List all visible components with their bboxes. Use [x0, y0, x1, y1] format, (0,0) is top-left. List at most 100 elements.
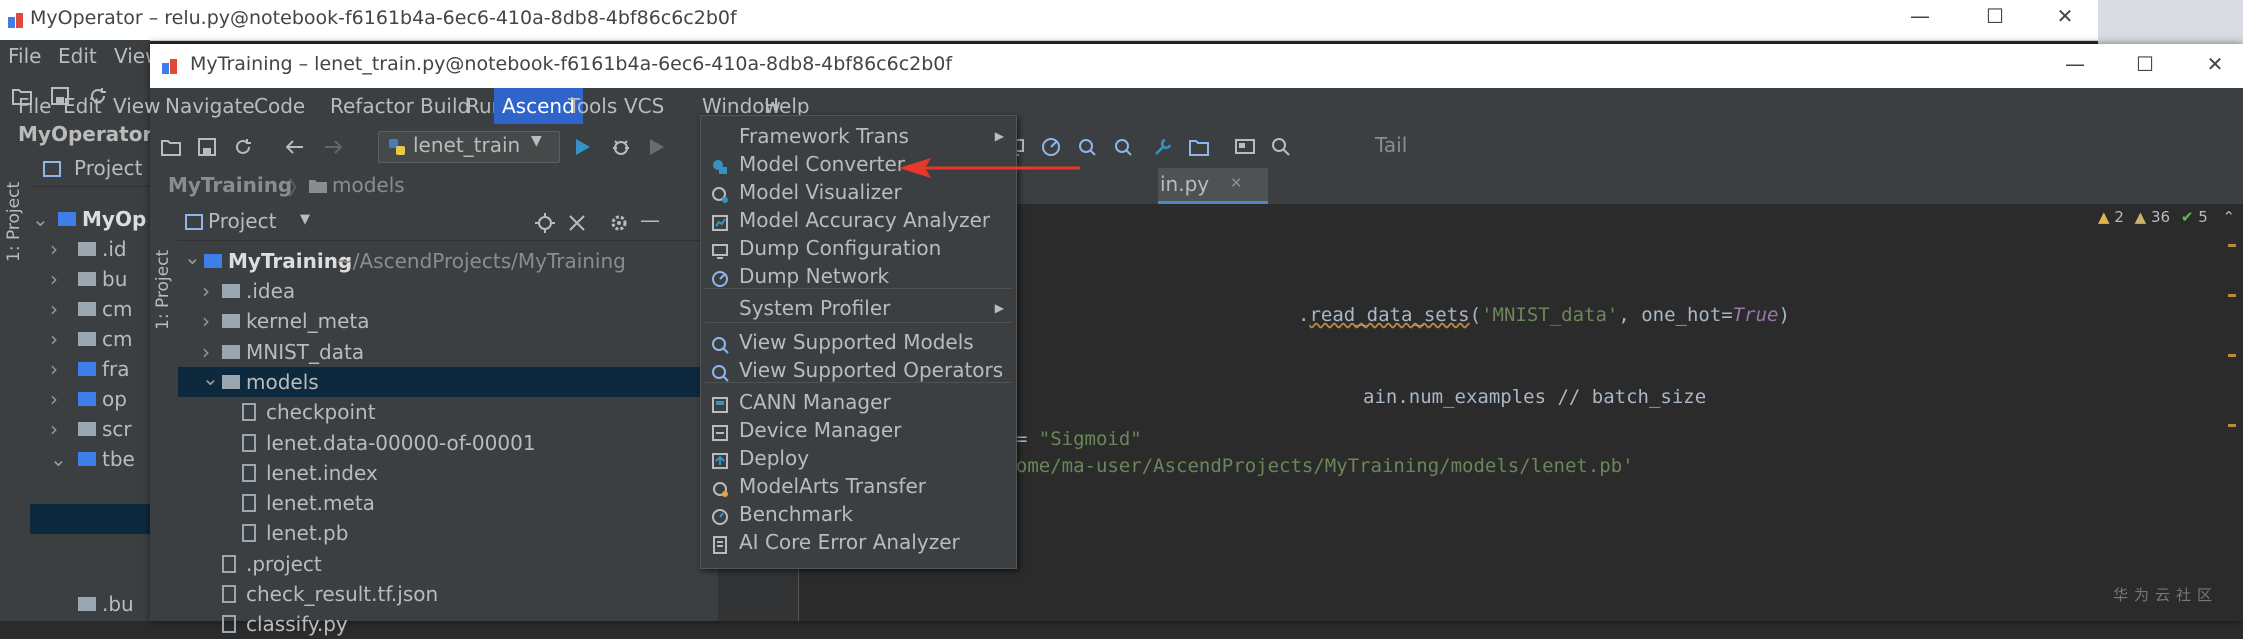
breadcrumb-project[interactable]: MyTraining — [168, 173, 292, 197]
ascend-menu-item-benchmark[interactable]: Benchmark — [701, 500, 1016, 528]
back-maximize-button[interactable]: ☐ — [1975, 4, 2015, 34]
ascend-menu-item-device-manager[interactable]: Device Manager — [701, 416, 1016, 444]
inspection-widget[interactable]: ▲ 2 ▲ 36 ✔ 5 ⌃ ⌄ — [2098, 208, 2243, 232]
folder-icon — [78, 362, 96, 376]
save-all-icon[interactable] — [194, 134, 220, 160]
back-menu-file[interactable]: File — [8, 44, 41, 68]
chevron-down-icon[interactable]: ⌄ — [50, 444, 67, 474]
back-tree-item-label: .bu — [102, 592, 134, 616]
maximize-button[interactable]: ☐ — [2125, 52, 2165, 76]
ascend-menu-item-modelarts-transfer[interactable]: ModelArts Transfer — [701, 472, 1016, 500]
back-close-button[interactable]: ✕ — [2045, 4, 2085, 34]
chevron-right-icon[interactable]: › — [50, 384, 58, 414]
run-config-selector[interactable]: lenet_train ▼ — [378, 131, 560, 163]
close-button[interactable]: ✕ — [2195, 52, 2235, 76]
code-text: ain.num_examples // batch_size — [1363, 386, 1706, 408]
code-token: ) — [1778, 304, 1790, 326]
folder-icon — [78, 422, 96, 436]
back-project-tab-label[interactable]: Project — [74, 156, 142, 180]
ascend-tool-4-icon[interactable] — [1110, 134, 1136, 160]
ascend-menu-item-model-visualizer[interactable]: Model Visualizer — [701, 178, 1016, 206]
ascend-menu-item-dump-configuration[interactable]: Dump Configuration — [701, 234, 1016, 262]
chevron-down-icon[interactable]: ⌄ — [184, 242, 201, 272]
synchronize-icon[interactable] — [230, 134, 256, 160]
forward-arrow-icon[interactable] — [320, 134, 346, 160]
presentation-icon[interactable] — [1232, 134, 1258, 160]
editor-tab[interactable]: in.py ✕ — [1158, 168, 1268, 204]
run-coverage-icon[interactable] — [644, 134, 670, 160]
chevron-down-icon[interactable]: ▼ — [300, 212, 310, 227]
back-window-title-bar: MyOperator – relu.py@notebook-f6161b4a-6… — [0, 0, 2098, 41]
ascend-menu-item-framework-trans[interactable]: Framework Trans ▶ — [701, 122, 1016, 150]
folder-settings-icon[interactable] — [1186, 134, 1212, 160]
chevron-right-icon[interactable]: › — [50, 234, 58, 264]
gear-icon[interactable] — [606, 210, 632, 236]
back-project-tool-tab[interactable]: 1: Project — [4, 162, 24, 262]
project-tool-tab[interactable]: 1: Project — [153, 230, 173, 330]
error-stripe — [2228, 234, 2236, 614]
project-view-icon — [184, 212, 204, 232]
chevron-right-icon[interactable]: › — [50, 264, 58, 294]
chevron-down-icon[interactable]: ⌄ — [202, 363, 219, 393]
back-tool-window-strip: 1: Project — [0, 152, 31, 621]
menu-vcs[interactable]: VCS — [616, 88, 672, 124]
menu-code[interactable]: Code — [246, 88, 313, 124]
menu-file[interactable]: File — [10, 88, 59, 124]
chevron-right-icon[interactable]: › — [50, 354, 58, 384]
chevron-right-icon[interactable]: › — [202, 276, 210, 306]
front-window: MyTraining – lenet_train.py@notebook-f61… — [18, 44, 2243, 636]
close-tab-icon[interactable]: ✕ — [1230, 174, 1243, 192]
ascend-menu-item-ai-core-error-analyzer[interactable]: AI Core Error Analyzer — [701, 528, 1016, 556]
collapse-all-icon[interactable] — [564, 210, 590, 236]
ascend-menu-item-dump-network[interactable]: Dump Network — [701, 262, 1016, 290]
ascend-menu-item-label: System Profiler — [739, 296, 891, 320]
ok-count: 5 — [2198, 208, 2208, 226]
folder-icon — [222, 284, 240, 298]
breadcrumb-folder[interactable]: models — [332, 173, 405, 197]
menu-refactor[interactable]: Refactor — [322, 88, 422, 124]
ascend-menu-item-model-accuracy-analyzer[interactable]: Model Accuracy Analyzer — [701, 206, 1016, 234]
back-menubar: File Edit View — [0, 40, 161, 74]
wrench-icon[interactable] — [1150, 134, 1176, 160]
project-panel-title[interactable]: Project — [208, 209, 276, 233]
minimize-button[interactable]: — — [2055, 52, 2095, 76]
chevron-right-icon[interactable]: › — [50, 324, 58, 354]
code-token: , one_hot= — [1618, 304, 1733, 326]
ascend-menu-item-label: Device Manager — [739, 418, 902, 442]
chevron-up-icon[interactable]: ⌃ — [2223, 208, 2236, 226]
ascend-menu-item-view-supported-models[interactable]: View Supported Models — [701, 328, 1016, 356]
back-tree-item-label: .id — [102, 237, 127, 261]
back-breadcrumb-project[interactable]: MyOperator — [18, 122, 152, 146]
search-icon — [711, 333, 729, 354]
code-text: .read_data_sets('MNIST_data', one_hot=Tr… — [1298, 304, 1790, 326]
back-tree-item-label: bu — [102, 267, 128, 291]
project-panel: Project ▼ — ⌄ MyTraining ~/AscendProjects/… — [178, 204, 718, 636]
back-tree-item-label: MyOp — [82, 207, 147, 231]
locate-target-icon[interactable] — [532, 210, 558, 236]
chevron-right-icon[interactable]: › — [202, 306, 210, 336]
hide-panel-icon[interactable]: — — [640, 208, 660, 234]
tree-root-name: MyTraining — [228, 249, 353, 273]
file-icon — [242, 494, 256, 513]
tail-label[interactable]: Tail — [1375, 133, 1407, 157]
debug-icon[interactable] — [608, 134, 634, 160]
chevron-right-icon[interactable]: › — [50, 414, 58, 444]
back-menu-edit[interactable]: Edit — [58, 44, 97, 68]
run-icon[interactable] — [570, 134, 596, 160]
menu-separator — [705, 322, 1012, 323]
ascend-menu-item-system-profiler[interactable]: System Profiler ▶ — [701, 294, 1016, 322]
back-tree-item-label: tbe — [102, 447, 135, 471]
ascend-menu-item-label: AI Core Error Analyzer — [739, 530, 960, 554]
ascend-menu-item-cann-manager[interactable]: CANN Manager — [701, 388, 1016, 416]
search-icon[interactable] — [1268, 134, 1294, 160]
menu-edit[interactable]: Edit — [55, 88, 110, 124]
back-minimize-button[interactable]: — — [1900, 4, 1940, 34]
chevron-down-icon[interactable]: ⌄ — [32, 204, 49, 234]
back-arrow-icon[interactable] — [282, 134, 308, 160]
chevron-right-icon[interactable]: › — [50, 294, 58, 324]
dump-config-icon — [711, 239, 729, 259]
ascend-menu-item-deploy[interactable]: Deploy — [701, 444, 1016, 472]
device-manager-icon — [711, 421, 729, 441]
ascend-menu-item-view-supported-operators[interactable]: View Supported Operators — [701, 356, 1016, 384]
open-folder-icon[interactable] — [158, 134, 184, 160]
